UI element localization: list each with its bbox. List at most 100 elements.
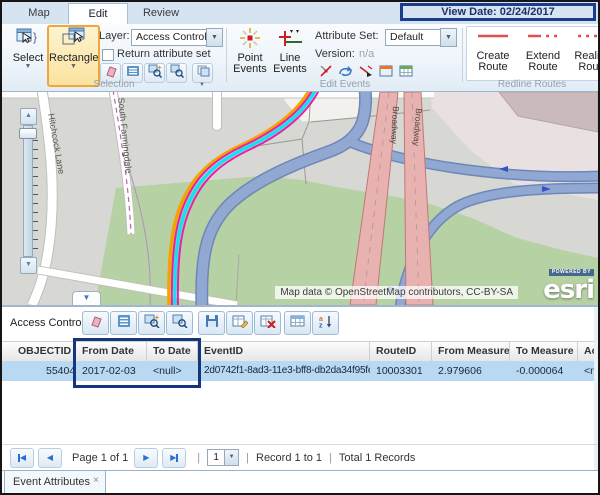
map-attribution: Map data © OpenStreetMap contributors, C… xyxy=(275,286,518,299)
extend-route-icon xyxy=(525,34,561,46)
switch-selected-rows-button[interactable] xyxy=(82,311,109,335)
line-events-label-2: Events xyxy=(270,64,310,75)
attribute-set-label: Attribute Set: xyxy=(315,30,379,42)
column-header-from-date[interactable]: From Date xyxy=(76,342,147,361)
zoom-tick xyxy=(33,167,38,168)
zoom-in-button[interactable]: ▲ xyxy=(20,108,37,125)
table-options-button[interactable] xyxy=(284,311,311,335)
zoom-to-selected-button[interactable]: + xyxy=(138,311,165,335)
ribbon: } Select ▼ Rectangle ▼ Layer: Access Con… xyxy=(2,24,598,92)
rectangle-tool-icon xyxy=(60,38,88,50)
collapse-panel-button[interactable]: ▼ xyxy=(72,291,101,305)
last-page-button[interactable]: ▶ xyxy=(162,448,186,468)
tab-map[interactable]: Map xyxy=(12,3,66,23)
cell-from-measure: 2.979606 xyxy=(432,361,510,381)
delete-selected-icon xyxy=(260,314,276,333)
tab-review[interactable]: Review xyxy=(130,3,192,23)
zoom-tick xyxy=(33,221,38,222)
zoom-tick xyxy=(33,149,38,150)
cell-eventid: 2d0742f1-8ad3-11e3-bff8-db2da34f95fe xyxy=(198,361,370,381)
zoom-tick xyxy=(33,239,38,240)
pan-to-selected-icon xyxy=(172,314,188,333)
line-events-button[interactable]: Line Events xyxy=(269,26,311,86)
app-window: Map Edit Review View Date: 02/24/2017 } … xyxy=(0,0,600,495)
select-tool-icon: } xyxy=(15,38,41,50)
event-attributes-tab[interactable]: Event Attributes × xyxy=(4,471,106,495)
show-attributes-button[interactable] xyxy=(110,311,137,335)
prev-page-button[interactable]: ◀ xyxy=(38,448,62,468)
view-date-box[interactable]: View Date: 02/24/2017 xyxy=(400,3,596,21)
return-attribute-set-checkbox[interactable] xyxy=(102,49,114,61)
table-row[interactable]: 55404 2017-02-03 <null> 2d0742f1-8ad3-11… xyxy=(2,361,600,381)
cell-objectid: 55404 xyxy=(12,361,76,381)
point-events-icon xyxy=(239,40,261,52)
attribute-set-dropdown[interactable]: Default xyxy=(385,29,445,46)
ribbon-separator xyxy=(462,28,463,82)
column-header-eventid[interactable]: EventID xyxy=(198,342,370,361)
zoom-slider-track[interactable] xyxy=(23,125,33,257)
close-tab-icon[interactable]: × xyxy=(93,475,99,487)
edit-events-group-label: Edit Events xyxy=(230,79,460,90)
svg-text:z: z xyxy=(319,322,323,328)
zoom-out-button[interactable]: ▼ xyxy=(20,257,37,274)
first-page-button[interactable]: ◀ xyxy=(10,448,34,468)
edit-attributes-button[interactable] xyxy=(226,311,253,335)
line-events-icon xyxy=(277,40,303,52)
column-header-routeid[interactable]: RouteID xyxy=(370,342,432,361)
top-tab-bar: Map Edit Review View Date: 02/24/2017 xyxy=(2,2,598,25)
zoom-tick xyxy=(33,248,38,249)
record-range-text: Record 1 to 1 xyxy=(256,452,322,464)
zoom-tick xyxy=(33,185,38,186)
selection-group-label: Selection xyxy=(8,79,220,90)
version-value: n/a xyxy=(359,48,374,60)
sort-az-icon: az xyxy=(318,314,334,333)
sort-button[interactable]: az xyxy=(312,311,339,335)
zoom-slider-handle[interactable] xyxy=(19,128,37,139)
create-route-icon xyxy=(475,34,511,46)
point-events-label-2: Events xyxy=(231,64,269,75)
save-edits-button[interactable] xyxy=(198,311,225,335)
column-header-objectid[interactable]: OBJECTID xyxy=(12,342,76,361)
pagination-bar: ◀ ◀ Page 1 of 1 ▶ ▶ | 1 ▼ | Record 1 to … xyxy=(2,444,598,470)
page-number-value: 1 xyxy=(208,450,224,465)
basemap: Hitchcock Lane South Farmingdale Broadwa… xyxy=(2,92,598,305)
version-label: Version: xyxy=(315,48,355,60)
page-number-dropdown[interactable]: 1 ▼ xyxy=(207,449,239,466)
save-icon xyxy=(204,314,220,333)
return-attribute-set-label: Return attribute set xyxy=(117,48,211,60)
attributes-list-icon xyxy=(116,314,132,333)
delete-selected-button[interactable] xyxy=(254,311,281,335)
attribute-set-dropdown-button[interactable]: ▼ xyxy=(440,28,457,47)
layer-dropdown[interactable]: Access Control xyxy=(131,29,211,46)
total-records-text: Total 1 Records xyxy=(339,452,415,464)
realign-route-label-2: Route xyxy=(571,62,600,73)
panel-layer-title: Access Control xyxy=(10,317,84,329)
rectangle-tool-button[interactable]: Rectangle ▼ xyxy=(47,25,100,87)
tab-edit[interactable]: Edit xyxy=(68,3,128,25)
event-attributes-tab-label: Event Attributes xyxy=(13,476,90,488)
pan-to-selected-button[interactable] xyxy=(166,311,193,335)
layer-dropdown-button[interactable]: ▼ xyxy=(206,28,223,47)
table-header: OBJECTID From Date To Date EventID Route… xyxy=(2,341,600,362)
zoom-tick xyxy=(33,140,38,141)
pagination-separator: | xyxy=(246,452,249,464)
select-tool-button[interactable]: } Select ▼ xyxy=(8,26,48,86)
map-view[interactable]: Hitchcock Lane South Farmingdale Broadwa… xyxy=(2,92,598,305)
column-header-to-date[interactable]: To Date xyxy=(147,342,198,361)
column-header-from-measure[interactable]: From Measure xyxy=(432,342,510,361)
zoom-tick xyxy=(33,176,38,177)
point-events-button[interactable]: Point Events xyxy=(230,26,270,86)
next-page-button[interactable]: ▶ xyxy=(134,448,158,468)
zoom-tick xyxy=(33,194,38,195)
zoom-to-selected-icon: + xyxy=(144,314,160,333)
esri-logo: POWERED BY esri xyxy=(543,261,594,303)
create-route-label-2: Route xyxy=(471,62,515,73)
esri-wordmark: esri xyxy=(543,275,594,305)
cell-routeid: 10003301 xyxy=(370,361,432,381)
zoom-tick xyxy=(33,230,38,231)
column-header-to-measure[interactable]: To Measure xyxy=(510,342,578,361)
rectangle-caret-icon: ▼ xyxy=(49,64,98,69)
bottom-tab-bar: Event Attributes × xyxy=(2,470,598,495)
pagination-separator: | xyxy=(329,452,332,464)
svg-text:}: } xyxy=(33,30,37,44)
